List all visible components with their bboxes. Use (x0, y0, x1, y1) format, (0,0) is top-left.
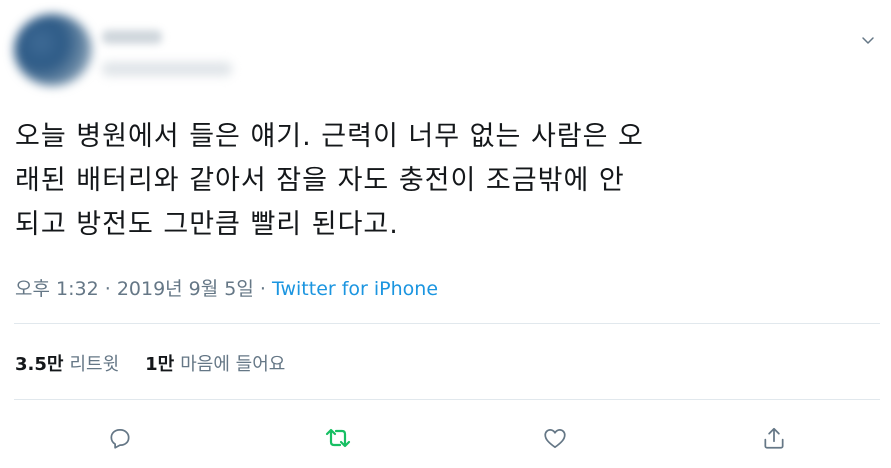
share-icon[interactable] (754, 418, 794, 458)
tweet-text-line: 오늘 병원에서 들은 얘기. 근력이 너무 없는 사람은 오 (15, 121, 644, 152)
heart-icon[interactable] (535, 418, 575, 458)
tweet-header (0, 0, 891, 100)
avatar[interactable] (14, 14, 92, 86)
divider (14, 323, 880, 324)
meta-separator: · (104, 278, 111, 300)
likes-label: 마음에 들어요 (180, 354, 286, 375)
tweet-time[interactable]: 오후 1:32 (15, 278, 99, 300)
tweet-text-line: 래된 배터리와 같아서 잠을 자도 충전이 조금밖에 안 (15, 165, 625, 196)
tweet-date[interactable]: 2019년 9월 5일 (117, 278, 254, 300)
divider (14, 399, 880, 400)
tweet-source-link[interactable]: Twitter for iPhone (272, 278, 438, 300)
retweets-stat[interactable]: 3.5만 리트윗 (15, 354, 119, 375)
chevron-down-icon[interactable] (858, 30, 878, 50)
tweet-actions (0, 418, 891, 458)
tweet-text: 오늘 병원에서 들은 얘기. 근력이 너무 없는 사람은 오 래된 배터리와 같… (15, 115, 875, 247)
tweet-meta: 오후 1:32 · 2019년 9월 5일 · Twitter for iPho… (15, 274, 438, 301)
retweets-count: 3.5만 (15, 354, 64, 375)
likes-stat[interactable]: 1만 마음에 들어요 (145, 354, 285, 375)
user-handle-blurred[interactable] (102, 62, 232, 76)
tweet-stats: 3.5만 리트윗 1만 마음에 들어요 (15, 350, 285, 376)
tweet-text-line: 되고 방전도 그만큼 빨리 된다고. (15, 209, 399, 240)
retweet-icon[interactable] (318, 418, 358, 458)
user-display-name-blurred[interactable] (102, 30, 162, 44)
meta-separator: · (259, 278, 266, 300)
reply-icon[interactable] (100, 418, 140, 458)
likes-count: 1만 (145, 354, 175, 375)
retweets-label: 리트윗 (69, 354, 120, 375)
